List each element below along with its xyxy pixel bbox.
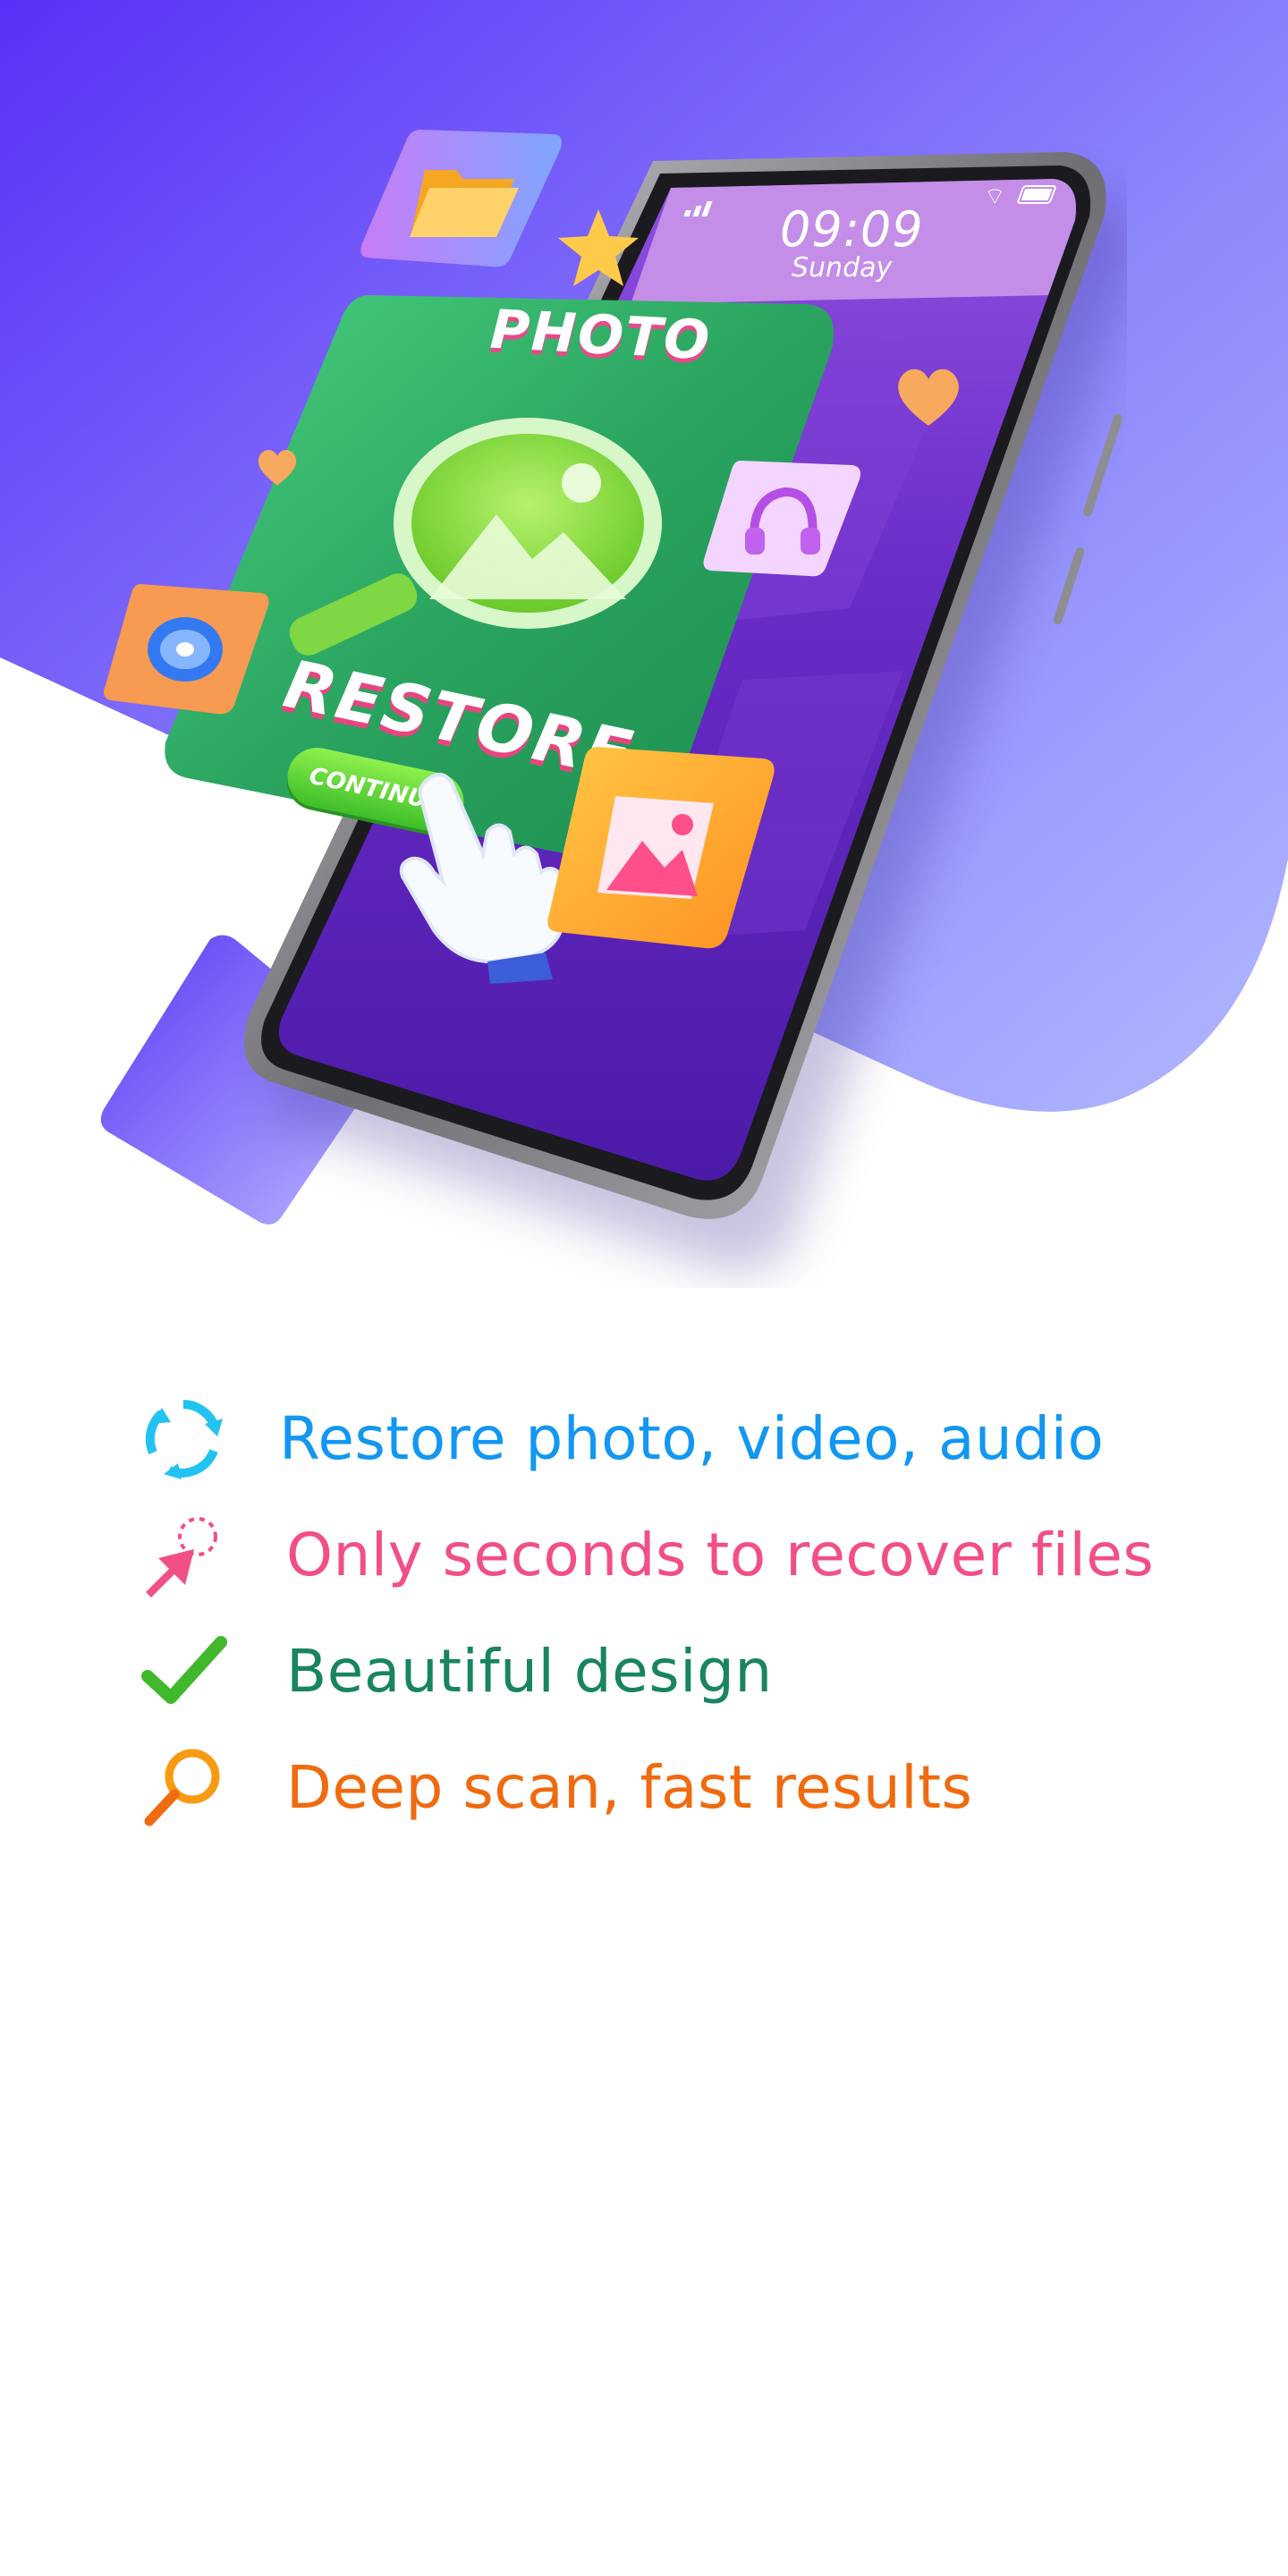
heart-small-icon	[258, 449, 297, 486]
feature-item-4: Deep scan, fast results	[134, 1738, 972, 1836]
image-icon	[547, 747, 775, 949]
feature-item-3: Beautiful design	[134, 1622, 773, 1720]
headphones-icon	[703, 461, 860, 577]
clock-day: Sunday	[792, 252, 893, 284]
search-icon	[134, 1738, 233, 1836]
signal-icon	[683, 199, 720, 216]
feature-item-2: Only seconds to recover files	[134, 1505, 1154, 1604]
clock-time: 09:09	[780, 201, 924, 258]
promo-screen: ⌔ 09:09 Sunday PHOTO RESTORE CONTINUE Re…	[0, 0, 1288, 2576]
feature-text-3: Beautiful design	[286, 1636, 773, 1706]
star-icon	[558, 209, 639, 286]
feature-text-4: Deep scan, fast results	[286, 1752, 973, 1822]
card-title: PHOTO	[488, 298, 713, 373]
feature-item-1: Restore photo, video, audio	[134, 1389, 1104, 1487]
checkmark-icon	[134, 1622, 233, 1720]
heart-icon	[898, 369, 959, 426]
cursor-click-icon	[134, 1505, 233, 1604]
wifi-icon: ⌔	[984, 183, 1006, 210]
folder-icon	[360, 130, 562, 267]
disc-icon	[104, 584, 269, 715]
feature-text-1: Restore photo, video, audio	[279, 1403, 1105, 1473]
feature-text-2: Only seconds to recover files	[286, 1520, 1155, 1589]
refresh-icon	[134, 1389, 233, 1487]
battery-icon	[1016, 185, 1057, 204]
magnifier-photo-icon	[289, 418, 662, 656]
